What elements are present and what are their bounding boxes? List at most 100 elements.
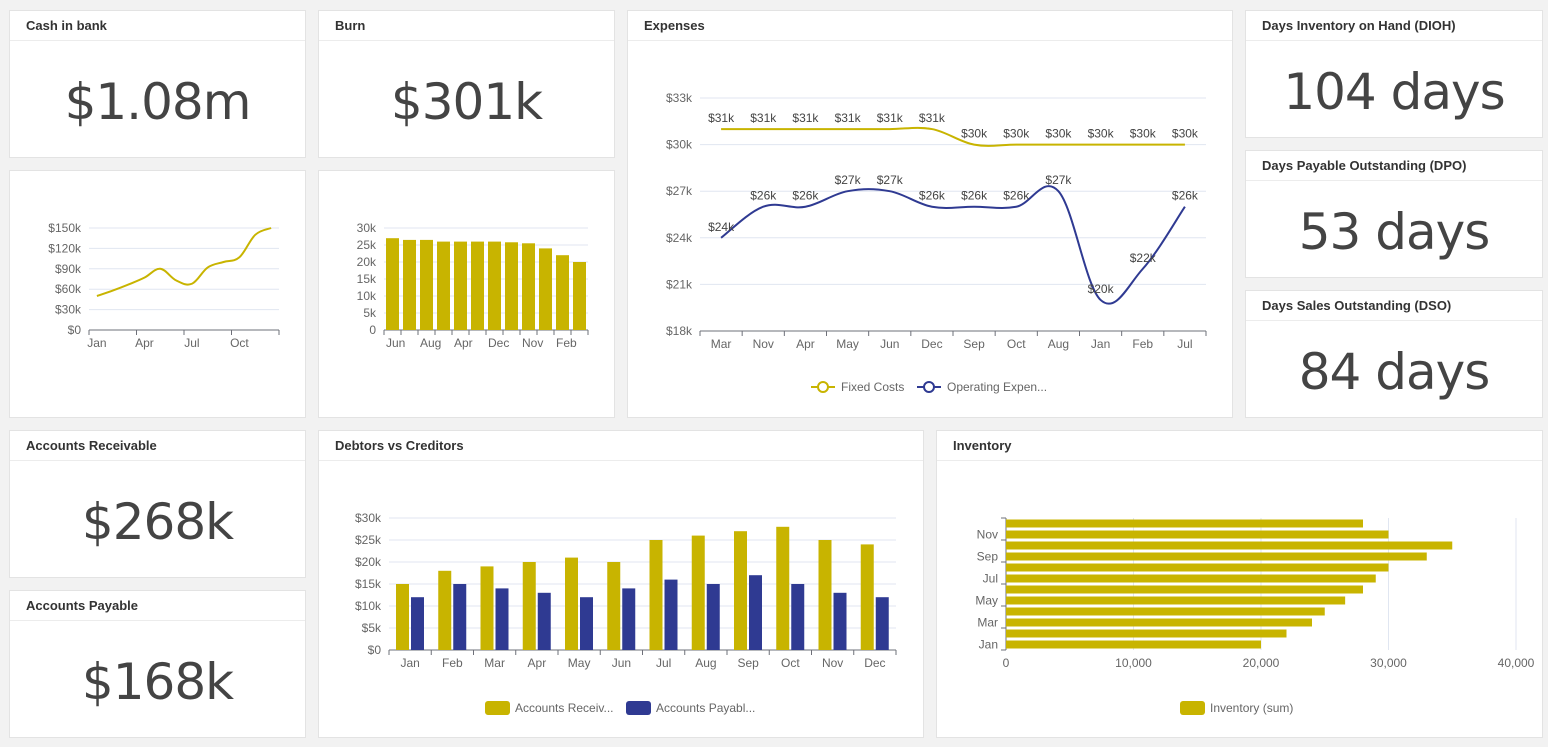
inventory-bar xyxy=(1006,618,1312,627)
y-tick-label: 10k xyxy=(357,289,377,303)
y-tick-label: $120k xyxy=(48,241,82,255)
burn-bar xyxy=(471,241,484,330)
inventory-bar-chart: 0 10,000 20,000 30,000 40,000 Jan Mar May Jul Sep… xyxy=(975,517,1535,715)
kpi-ap-card: Accounts Payable $168k xyxy=(9,590,306,738)
x-tick-label: Feb xyxy=(1132,337,1153,351)
legend-label: Accounts Payabl... xyxy=(656,701,755,715)
debtors-bar xyxy=(480,566,494,650)
kpi-value: $168k xyxy=(81,653,234,711)
debtors-bar xyxy=(411,597,424,650)
y-tick-label: 20k xyxy=(357,255,377,269)
legend-swatch xyxy=(1180,701,1205,715)
x-tick-label: Aug xyxy=(420,336,441,350)
x-tick-label: Apr xyxy=(454,336,473,350)
debtors-bar xyxy=(749,575,762,650)
data-label: $31k xyxy=(919,111,946,125)
cash-chart-card: $0 $30k $60k $90k $120k $150k Jan Apr Jul Oct xyxy=(9,170,306,418)
expenses-series-line xyxy=(721,126,1185,147)
y-tick-label: $33k xyxy=(666,91,693,105)
data-label: $30k xyxy=(1172,127,1199,141)
inventory-bar xyxy=(1006,596,1346,605)
inventory-bar xyxy=(1006,640,1261,649)
x-tick-label: Oct xyxy=(230,336,249,350)
y-tick-label: Nov xyxy=(977,528,998,542)
data-label: $31k xyxy=(835,111,862,125)
debtors-bar xyxy=(860,544,874,650)
card-title: Accounts Payable xyxy=(10,591,305,621)
data-label: $22k xyxy=(1130,251,1157,265)
inventory-bar xyxy=(1006,629,1287,638)
data-label: $26k xyxy=(1172,189,1199,203)
cash-series-line xyxy=(96,227,272,297)
kpi-dso-card: Days Sales Outstanding (DSO) 84 days xyxy=(1245,290,1543,418)
x-tick-label: May xyxy=(836,337,859,351)
y-tick-label: $30k xyxy=(355,511,382,525)
kpi-dpo-card: Days Payable Outstanding (DPO) 53 days xyxy=(1245,150,1543,278)
burn-bar xyxy=(505,242,518,330)
debtors-bar-chart: $0 $5k $10k $15k $20k $25k $30k Jan Feb Mar Apr May… xyxy=(355,511,897,715)
y-tick-label: $30k xyxy=(666,138,693,152)
x-tick-label: 40,000 xyxy=(1498,656,1535,670)
card-title: Cash in bank xyxy=(10,11,305,41)
inventory-bar xyxy=(1006,541,1453,550)
inventory-bar xyxy=(1006,563,1389,572)
data-label: $30k xyxy=(1088,127,1115,141)
data-label: $30k xyxy=(1003,127,1030,141)
x-tick-label: Apr xyxy=(796,337,815,351)
kpi-value: 53 days xyxy=(1298,203,1491,261)
x-tick-label: Aug xyxy=(695,656,716,670)
data-label: $27k xyxy=(1045,173,1072,187)
y-tick-label: $5k xyxy=(362,621,382,635)
kpi-cash-card: Cash in bank $1.08m xyxy=(9,10,306,158)
inventory-bar xyxy=(1006,574,1376,583)
y-tick-label: Jul xyxy=(983,572,998,586)
x-tick-label: 30,000 xyxy=(1370,656,1407,670)
kpi-value: 84 days xyxy=(1298,343,1491,401)
kpi-ar-card: Accounts Receivable $268k xyxy=(9,430,306,578)
burn-chart-card: 0 5k 10k 15k 20k 25k 30k Jun Aug Apr Dec Nov Feb xyxy=(318,170,615,418)
x-tick-label: Jan xyxy=(400,656,419,670)
burn-bar xyxy=(522,243,535,330)
data-label: $31k xyxy=(750,111,777,125)
legend-label: Accounts Receiv... xyxy=(515,701,613,715)
debtors-bar xyxy=(875,597,889,650)
kpi-value: $268k xyxy=(81,493,234,551)
debtors-bar xyxy=(818,540,832,650)
x-tick-label: Jul xyxy=(1177,337,1192,351)
burn-bar-chart: 0 5k 10k 15k 20k 25k 30k Jun Aug Apr Dec Nov Feb xyxy=(357,221,589,350)
x-tick-label: Oct xyxy=(781,656,800,670)
debtors-bar xyxy=(495,588,509,650)
x-tick-label: Jul xyxy=(184,336,199,350)
burn-bar xyxy=(556,255,569,330)
x-tick-label: Sep xyxy=(737,656,759,670)
inventory-bar xyxy=(1006,530,1389,539)
legend-marker xyxy=(817,381,829,393)
y-tick-label: $20k xyxy=(355,555,382,569)
data-label: $27k xyxy=(835,173,862,187)
kpi-value: 104 days xyxy=(1283,63,1505,121)
x-tick-label: Jun xyxy=(880,337,899,351)
y-tick-label: $60k xyxy=(55,282,82,296)
data-label: $26k xyxy=(750,189,777,203)
y-tick-label: 15k xyxy=(357,272,377,286)
x-tick-label: Nov xyxy=(522,336,543,350)
x-tick-label: Jun xyxy=(612,656,631,670)
y-tick-label: $18k xyxy=(666,324,693,338)
y-tick-label: Mar xyxy=(977,616,998,630)
debtors-bar xyxy=(622,588,636,650)
x-tick-label: May xyxy=(568,656,591,670)
legend-swatch xyxy=(626,701,651,715)
cash-line-chart: $0 $30k $60k $90k $120k $150k Jan Apr Jul Oct xyxy=(48,221,280,350)
inventory-bar xyxy=(1006,552,1427,561)
x-tick-label: Mar xyxy=(711,337,732,351)
x-tick-label: Feb xyxy=(556,336,577,350)
kpi-burn-card: Burn $301k xyxy=(318,10,615,158)
y-tick-label: $30k xyxy=(55,303,82,317)
data-label: $31k xyxy=(708,111,735,125)
burn-bar xyxy=(403,239,416,330)
data-label: $30k xyxy=(1130,127,1157,141)
data-label: $27k xyxy=(877,173,904,187)
expenses-card: Expenses $18k $21k $24k $27k $30k $33k Mar Nov A… xyxy=(627,10,1233,418)
x-tick-label: Dec xyxy=(488,336,509,350)
burn-bar xyxy=(573,262,586,330)
